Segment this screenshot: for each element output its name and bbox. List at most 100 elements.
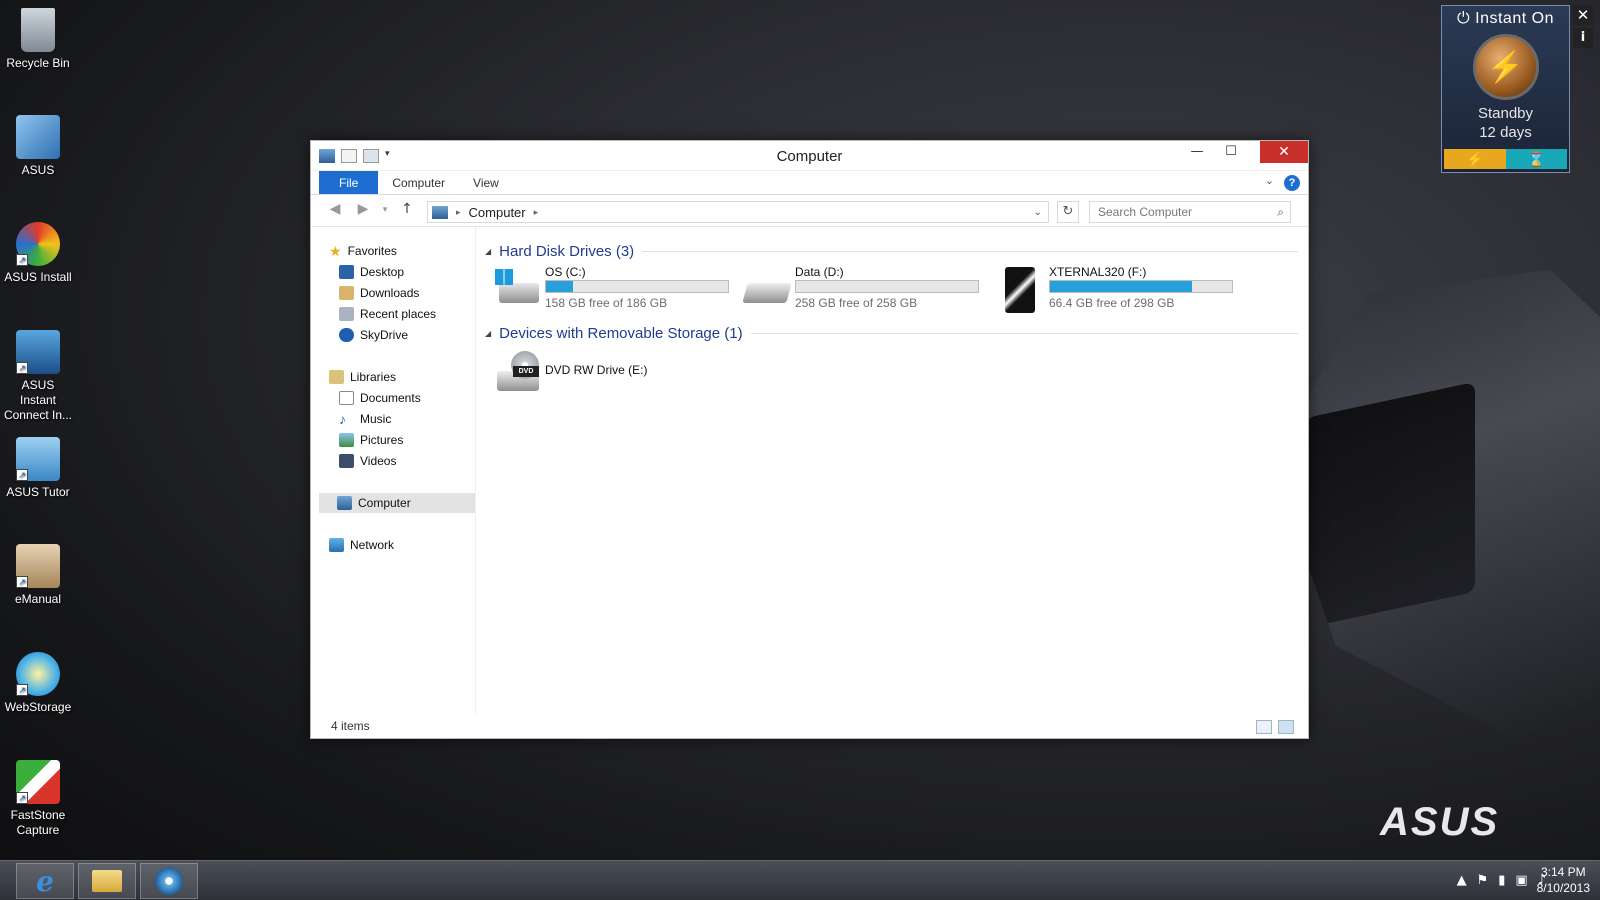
nav-libraries[interactable]: Libraries bbox=[329, 367, 396, 387]
gadget-info-icon[interactable]: i bbox=[1573, 28, 1593, 48]
help-icon[interactable]: ? bbox=[1284, 175, 1300, 191]
title-bar: ▾ Computer — ☐ ✕ bbox=[311, 141, 1308, 171]
nav-favorites[interactable]: ★ Favorites bbox=[329, 241, 397, 261]
tab-file[interactable]: File bbox=[319, 171, 379, 194]
downloads-icon bbox=[339, 286, 354, 300]
instant-connect-icon: ↗ bbox=[16, 330, 60, 374]
recent-places-icon bbox=[339, 307, 354, 321]
back-arrow-icon[interactable]: ◀ bbox=[325, 201, 345, 217]
minimize-button[interactable]: — bbox=[1182, 141, 1212, 163]
drive-dvd-rw-e[interactable]: DVD DVD RW Drive (E:) bbox=[493, 349, 738, 401]
details-view-icon[interactable] bbox=[1256, 720, 1272, 734]
instant-on-gadget[interactable]: ⏻ Instant On ⚡ Standby 12 days ⚡ ⌛ bbox=[1441, 5, 1570, 173]
gadget-state: Standby bbox=[1477, 105, 1534, 122]
recycle-bin-icon bbox=[21, 8, 55, 52]
gadget-title: Instant On bbox=[1475, 10, 1554, 27]
group-removable-storage[interactable]: ◢ Devices with Removable Storage (1) bbox=[485, 323, 1298, 343]
webstorage-icon: ↗ bbox=[16, 652, 60, 696]
drive-usage-bar bbox=[1049, 280, 1233, 293]
desktop-icon-faststone-capture[interactable]: ↗ FastStone Capture bbox=[2, 760, 74, 838]
nav-computer[interactable]: Computer bbox=[319, 493, 475, 513]
network-icon bbox=[329, 538, 344, 552]
tab-computer[interactable]: Computer bbox=[378, 171, 459, 194]
tab-view[interactable]: View bbox=[459, 171, 513, 194]
power-icon: ⏻ bbox=[1457, 10, 1471, 27]
drive-usage-bar bbox=[795, 280, 979, 293]
drive-xternal320-f[interactable]: XTERNAL320 (F:) 66.4 GB free of 298 GB bbox=[997, 265, 1242, 317]
dvd-drive-icon: DVD bbox=[493, 351, 539, 393]
desktop-icon-emanual[interactable]: ↗ eManual bbox=[2, 544, 74, 607]
shortcut-arrow-icon: ↗ bbox=[16, 792, 28, 804]
internet-explorer-icon[interactable]: e bbox=[16, 863, 74, 899]
desktop-icon-asus-instant-connect[interactable]: ↗ ASUS Instant Connect In... bbox=[2, 330, 74, 423]
asus-folder-icon bbox=[16, 115, 60, 159]
nav-desktop[interactable]: Desktop bbox=[339, 262, 404, 282]
action-center-flag-icon[interactable]: ⚑ bbox=[1477, 873, 1489, 888]
address-bar-row: ◀ ▶ ▾ ↑ ▸ Computer ▸ ⌄ ↻ Search Computer… bbox=[311, 195, 1308, 227]
nav-network[interactable]: Network bbox=[329, 535, 394, 555]
group-hard-disk-drives[interactable]: ◢ Hard Disk Drives (3) bbox=[485, 241, 1298, 261]
documents-icon bbox=[339, 391, 354, 405]
taskbar: e ▲ ⚑ ▮ ▣ ♪ 3:14 PM 8/10/2013 bbox=[0, 860, 1600, 900]
desktop-icon-asus-install[interactable]: ↗ ASUS Install bbox=[2, 222, 74, 285]
window-title: Computer bbox=[776, 148, 843, 165]
bolt-mode-icon[interactable]: ⚡ bbox=[1444, 149, 1506, 169]
desktop-icon-asus[interactable]: ASUS bbox=[2, 115, 74, 178]
collapse-triangle-icon[interactable]: ◢ bbox=[485, 247, 491, 256]
hourglass-icon[interactable]: ⌛ bbox=[1505, 149, 1567, 169]
asus-tutor-icon: ↗ bbox=[16, 437, 60, 481]
system-tray: ▲ ⚑ ▮ ▣ ♪ bbox=[1457, 873, 1546, 888]
explorer-window: ▾ Computer — ☐ ✕ File Computer View ⌄ ? … bbox=[310, 140, 1309, 739]
external-drive-icon bbox=[997, 267, 1043, 313]
nav-pictures[interactable]: Pictures bbox=[339, 430, 403, 450]
search-input[interactable]: Search Computer ⌕ bbox=[1089, 201, 1291, 223]
drive-usage-bar bbox=[545, 280, 729, 293]
gadget-close-icon[interactable]: ✕ bbox=[1573, 5, 1593, 25]
gadget-duration: 12 days bbox=[1479, 124, 1532, 141]
forward-arrow-icon[interactable]: ▶ bbox=[353, 201, 373, 217]
nav-recent-places[interactable]: Recent places bbox=[339, 304, 436, 324]
desktop-icon-asus-tutor[interactable]: ↗ ASUS Tutor bbox=[2, 437, 74, 500]
chevron-right-icon[interactable]: ▸ bbox=[534, 207, 539, 218]
lightning-orb-icon[interactable]: ⚡ bbox=[1472, 34, 1539, 100]
large-icons-view-icon[interactable] bbox=[1278, 720, 1294, 734]
faststone-icon: ↗ bbox=[16, 760, 60, 804]
asus-install-icon: ↗ bbox=[16, 222, 60, 266]
nav-videos[interactable]: Videos bbox=[339, 451, 396, 471]
ribbon-tabs: File Computer View ⌄ ? bbox=[311, 171, 1308, 195]
drive-data-d[interactable]: Data (D:) 258 GB free of 258 GB bbox=[742, 265, 988, 317]
nav-downloads[interactable]: Downloads bbox=[339, 283, 419, 303]
maximize-button[interactable]: ☐ bbox=[1216, 141, 1246, 163]
up-arrow-icon[interactable]: ↑ bbox=[397, 201, 417, 217]
nav-skydrive[interactable]: SkyDrive bbox=[339, 325, 408, 345]
desktop-icon-webstorage[interactable]: ↗ WebStorage bbox=[2, 652, 74, 715]
collapse-triangle-icon[interactable]: ◢ bbox=[485, 329, 491, 338]
computer-icon bbox=[337, 496, 352, 510]
nav-music[interactable]: ♪ Music bbox=[339, 409, 391, 429]
power-plug-icon[interactable]: ▮ bbox=[1498, 873, 1505, 888]
shortcut-arrow-icon: ↗ bbox=[16, 362, 28, 374]
drive-os-c[interactable]: OS (C:) 158 GB free of 186 GB bbox=[493, 265, 738, 317]
libraries-icon bbox=[329, 370, 344, 384]
refresh-button[interactable]: ↻ bbox=[1057, 201, 1079, 223]
network-status-icon[interactable]: ▣ bbox=[1515, 873, 1527, 888]
expand-ribbon-icon[interactable]: ⌄ bbox=[1265, 174, 1274, 187]
close-button[interactable]: ✕ bbox=[1260, 141, 1308, 163]
desktop-icon-recycle-bin[interactable]: Recycle Bin bbox=[2, 8, 74, 71]
computer-small-icon bbox=[432, 205, 448, 219]
content-area: ◢ Hard Disk Drives (3) OS (C:) 158 GB fr… bbox=[483, 233, 1308, 714]
file-explorer-icon[interactable] bbox=[78, 863, 136, 899]
app-icon[interactable] bbox=[140, 863, 198, 899]
shortcut-arrow-icon: ↗ bbox=[16, 254, 28, 266]
show-hidden-icons-icon[interactable]: ▲ bbox=[1457, 873, 1467, 888]
shortcut-arrow-icon: ↗ bbox=[16, 684, 28, 696]
star-icon: ★ bbox=[329, 243, 342, 259]
recent-locations-icon[interactable]: ▾ bbox=[375, 205, 395, 215]
address-dropdown-icon[interactable]: ⌄ bbox=[1034, 207, 1042, 218]
breadcrumb-item-computer[interactable]: Computer bbox=[469, 205, 526, 220]
breadcrumb[interactable]: ▸ Computer ▸ ⌄ bbox=[427, 201, 1049, 223]
search-icon: ⌕ bbox=[1277, 205, 1284, 219]
clock[interactable]: 3:14 PM 8/10/2013 bbox=[1537, 864, 1590, 896]
nav-documents[interactable]: Documents bbox=[339, 388, 421, 408]
videos-icon bbox=[339, 454, 354, 468]
